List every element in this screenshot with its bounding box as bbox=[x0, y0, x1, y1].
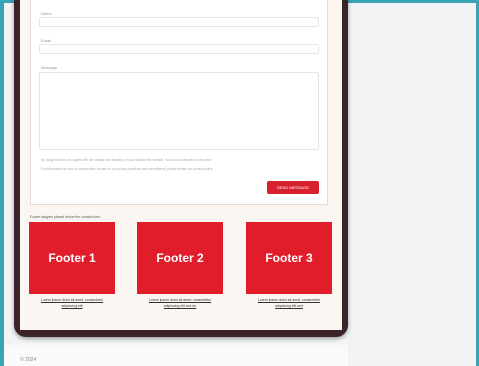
email-label: Email bbox=[41, 38, 52, 43]
footer-1-box: Footer 1 bbox=[29, 222, 115, 294]
empty-side-panel bbox=[348, 3, 476, 366]
name-field[interactable] bbox=[39, 17, 319, 27]
email-field[interactable] bbox=[39, 44, 319, 54]
footer-1-link[interactable]: Lorem ipsum dolor sit amet, consectetur … bbox=[29, 297, 115, 309]
footer-section-caption: Footer widgets placed below the contact … bbox=[30, 215, 101, 219]
footer-2-link-line-2[interactable]: adipiscing elit sed do bbox=[137, 303, 223, 309]
footer-3-link-line-2[interactable]: adipiscing elit sed bbox=[246, 303, 332, 309]
footer-3-link[interactable]: Lorem ipsum dolor sit amet, consectetur … bbox=[246, 297, 332, 309]
footer-1-link-line-2[interactable]: adipiscing elit bbox=[29, 303, 115, 309]
footer-2-link[interactable]: Lorem ipsum dolor sit amet, consectetur … bbox=[137, 297, 223, 309]
message-textarea[interactable] bbox=[39, 72, 319, 150]
consent-text-1: By using this form you agree with the st… bbox=[41, 158, 212, 162]
consent-text-2: For information on how to unsubscribe, a… bbox=[41, 167, 213, 171]
window-border-left bbox=[0, 0, 4, 366]
page-footer bbox=[4, 345, 348, 366]
footer-2-box: Footer 2 bbox=[137, 222, 223, 294]
contact-form: Name Email Message By using this form yo… bbox=[30, 0, 328, 205]
send-message-button[interactable]: SEND MESSAGE bbox=[267, 181, 319, 194]
message-label: Message bbox=[41, 65, 58, 70]
name-label: Name bbox=[41, 11, 52, 16]
footer-3-box: Footer 3 bbox=[246, 222, 332, 294]
page-footer-text: © 2024 bbox=[20, 357, 37, 363]
